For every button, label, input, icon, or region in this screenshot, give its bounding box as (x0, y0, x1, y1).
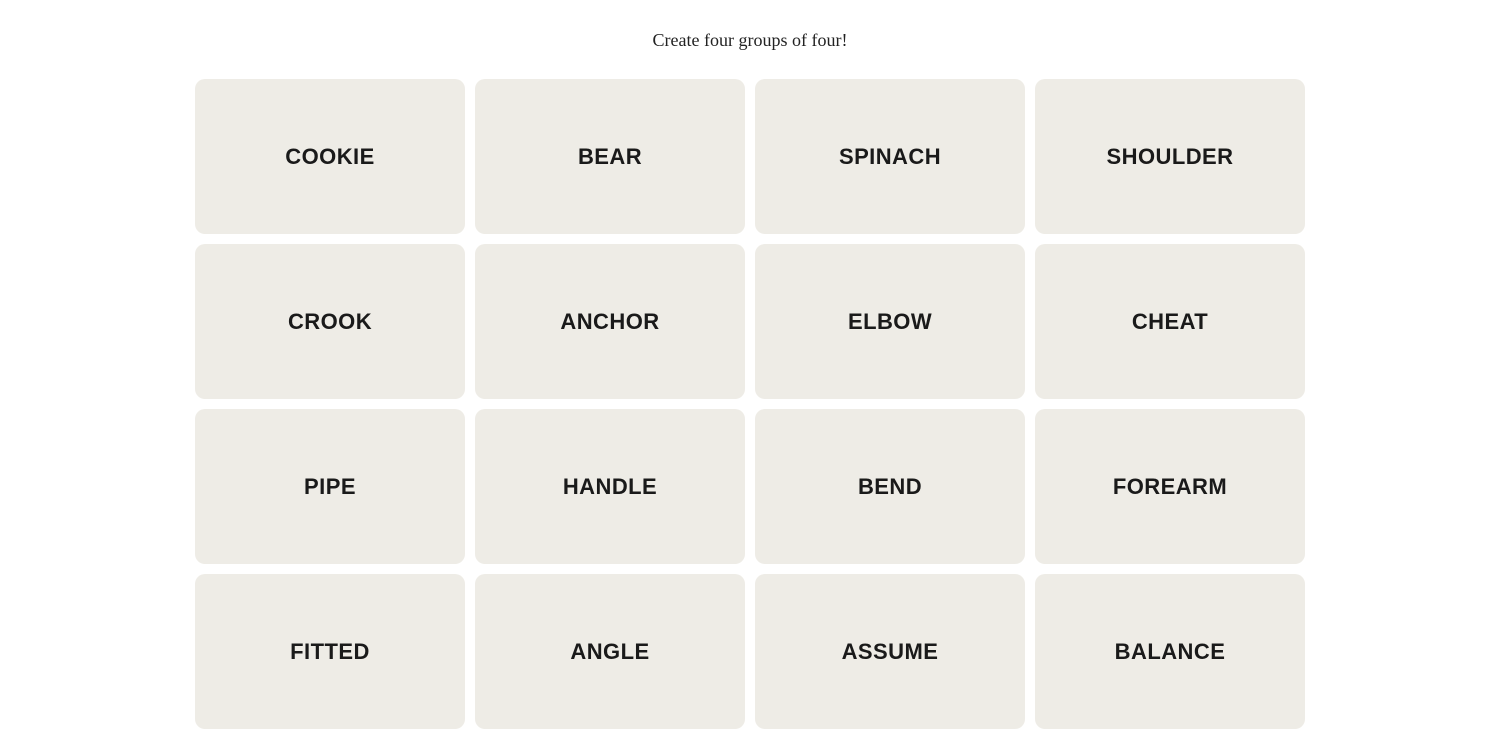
card-label-anchor: ANCHOR (560, 309, 659, 335)
card-label-shoulder: SHOULDER (1107, 144, 1234, 170)
card-cheat[interactable]: CHEAT (1035, 244, 1305, 399)
card-elbow[interactable]: ELBOW (755, 244, 1025, 399)
card-label-angle: ANGLE (570, 639, 649, 665)
card-crook[interactable]: CROOK (195, 244, 465, 399)
card-label-fitted: FITTED (290, 639, 370, 665)
card-label-bear: BEAR (578, 144, 642, 170)
card-assume[interactable]: ASSUME (755, 574, 1025, 729)
card-balance[interactable]: BALANCE (1035, 574, 1305, 729)
card-label-assume: ASSUME (842, 639, 939, 665)
card-label-spinach: SPINACH (839, 144, 941, 170)
card-handle[interactable]: HANDLE (475, 409, 745, 564)
card-label-handle: HANDLE (563, 474, 657, 500)
card-fitted[interactable]: FITTED (195, 574, 465, 729)
card-label-balance: BALANCE (1115, 639, 1226, 665)
card-label-crook: CROOK (288, 309, 372, 335)
card-spinach[interactable]: SPINACH (755, 79, 1025, 234)
card-angle[interactable]: ANGLE (475, 574, 745, 729)
card-bear[interactable]: BEAR (475, 79, 745, 234)
card-anchor[interactable]: ANCHOR (475, 244, 745, 399)
card-bend[interactable]: BEND (755, 409, 1025, 564)
card-label-cheat: CHEAT (1132, 309, 1208, 335)
card-forearm[interactable]: FOREARM (1035, 409, 1305, 564)
card-shoulder[interactable]: SHOULDER (1035, 79, 1305, 234)
game-subtitle: Create four groups of four! (653, 30, 848, 51)
card-label-pipe: PIPE (304, 474, 356, 500)
card-label-elbow: ELBOW (848, 309, 932, 335)
word-grid: COOKIE BEAR SPINACH SHOULDER CROOK ANCHOR ELBO… (195, 79, 1305, 729)
card-label-cookie: COOKIE (285, 144, 374, 170)
card-label-forearm: FOREARM (1113, 474, 1227, 500)
card-label-bend: BEND (858, 474, 922, 500)
card-cookie[interactable]: COOKIE (195, 79, 465, 234)
card-pipe[interactable]: PIPE (195, 409, 465, 564)
